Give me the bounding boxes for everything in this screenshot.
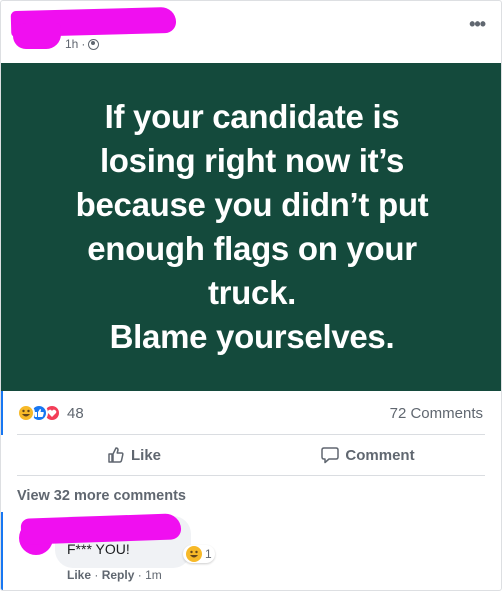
comment-like-link[interactable]: Like xyxy=(67,568,91,582)
image-line: because you didn’t put xyxy=(75,186,429,223)
haha-icon xyxy=(17,404,35,422)
post-card: 1h · ••• If your candidate is losing rig… xyxy=(0,0,502,591)
image-line: truck. xyxy=(207,274,297,311)
post-time[interactable]: 1h xyxy=(65,37,78,51)
like-label: Like xyxy=(130,446,161,464)
more-options-icon[interactable]: ••• xyxy=(469,15,486,33)
focus-accent xyxy=(1,391,3,435)
comment-label: Comment xyxy=(345,446,415,464)
post-image[interactable]: If your candidate is losing right now it… xyxy=(1,63,501,391)
like-button[interactable]: Like xyxy=(17,437,251,473)
dot-separator: · xyxy=(94,568,102,582)
image-line: Blame yourselves. xyxy=(109,318,395,355)
divider xyxy=(17,434,485,435)
reaction-summary[interactable]: 48 xyxy=(17,399,84,427)
view-more-comments-link[interactable]: View 32 more comments xyxy=(17,488,186,504)
thumbs-up-icon xyxy=(107,446,125,464)
post-image-text: If your candidate is losing right now it… xyxy=(42,95,462,359)
image-line: losing right now it’s xyxy=(99,142,405,179)
focus-accent xyxy=(1,512,3,590)
dot-separator: · xyxy=(137,568,146,582)
divider xyxy=(17,475,485,476)
meta-separator: · xyxy=(81,37,86,51)
image-line: enough flags on your xyxy=(87,230,417,267)
comment-text: F*** YOU! xyxy=(67,541,130,557)
haha-icon xyxy=(186,546,202,562)
comment-reply-link[interactable]: Reply xyxy=(102,568,135,582)
redacted-author-avatar xyxy=(13,23,61,49)
globe-icon[interactable] xyxy=(88,38,100,50)
post-header: 1h · ••• xyxy=(1,1,501,63)
comment-reaction-count: 1 xyxy=(205,547,212,561)
comment-count[interactable]: 72 Comments xyxy=(390,405,483,422)
action-bar: Like Comment xyxy=(17,437,485,473)
comment-button[interactable]: Comment xyxy=(251,437,485,473)
post-meta: 1h · xyxy=(65,37,100,51)
comment-actions: Like · Reply · 1m xyxy=(67,568,162,582)
comment-reaction-badge[interactable]: 1 xyxy=(183,545,215,563)
reaction-count[interactable]: 48 xyxy=(67,405,84,422)
speech-bubble-icon xyxy=(321,446,340,464)
image-line: If your candidate is xyxy=(104,98,400,135)
comment-time[interactable]: 1m xyxy=(145,568,162,582)
